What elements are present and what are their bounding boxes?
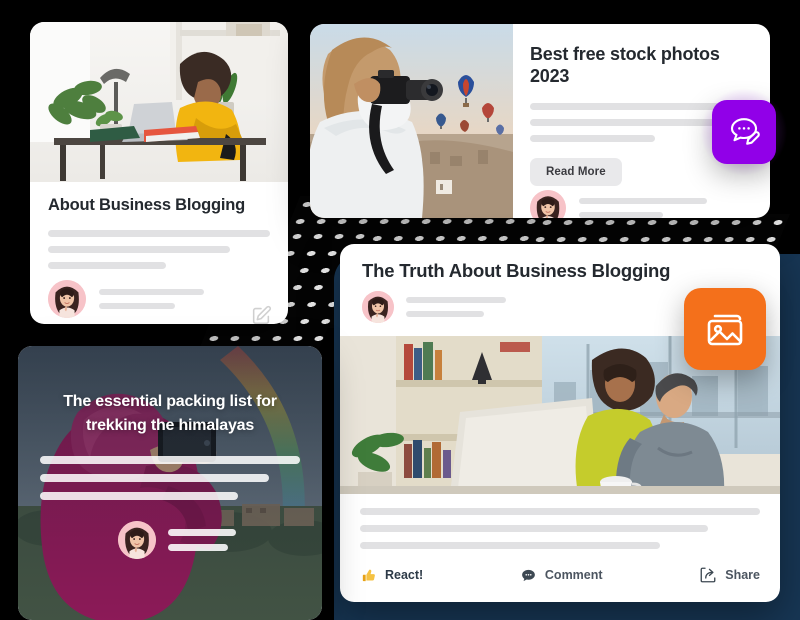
share-button[interactable]: Share xyxy=(699,566,760,584)
image-gallery-icon xyxy=(702,306,748,352)
skeleton-line xyxy=(48,261,166,269)
card-title: The essential packing list for trekking … xyxy=(63,393,277,434)
author-row xyxy=(118,521,236,559)
share-arrow-icon xyxy=(699,566,717,584)
author-skeleton-lines xyxy=(579,198,707,218)
skeleton-line xyxy=(168,544,228,551)
skeleton-line xyxy=(99,303,175,309)
author-row xyxy=(48,280,204,318)
skeleton-line xyxy=(530,135,655,143)
skeleton-text-lines xyxy=(360,508,760,549)
react-button[interactable]: React! xyxy=(360,567,423,584)
skeleton-line xyxy=(40,456,300,464)
react-label: React! xyxy=(385,568,424,582)
skeleton-line xyxy=(40,474,269,482)
skeleton-line xyxy=(48,245,231,253)
skeleton-line xyxy=(360,542,660,549)
card-title: About Business Blogging xyxy=(48,196,246,214)
card-body: About Business Blogging xyxy=(48,196,270,269)
skeleton-text-lines xyxy=(40,456,300,500)
chat-bubble-edit-icon xyxy=(726,114,762,150)
skeleton-line xyxy=(360,525,708,532)
card-essential-packing-list[interactable]: The essential packing list for trekking … xyxy=(18,346,322,620)
skeleton-line xyxy=(530,119,723,127)
skeleton-text-lines xyxy=(48,229,270,269)
skeleton-line xyxy=(48,229,270,237)
share-label: Share xyxy=(725,568,760,582)
skeleton-line xyxy=(579,198,707,204)
skeleton-line xyxy=(360,508,760,515)
avatar xyxy=(48,280,86,318)
skeleton-line xyxy=(406,297,506,304)
card-title: The Truth About Business Blogging xyxy=(362,260,671,281)
edit-pencil-square-icon[interactable] xyxy=(250,304,272,324)
comment-button[interactable]: Comment xyxy=(520,567,603,584)
card-action-bar: React! Comment Share xyxy=(360,566,760,584)
skeleton-line xyxy=(99,289,204,295)
author-skeleton-lines xyxy=(168,529,236,551)
avatar xyxy=(118,521,156,559)
skeleton-line xyxy=(168,529,236,536)
author-row xyxy=(530,190,707,218)
skeleton-line xyxy=(579,212,664,218)
author-skeleton-lines xyxy=(406,297,506,318)
author-skeleton-lines xyxy=(99,289,204,309)
comment-bubble-icon xyxy=(520,567,537,584)
comment-label: Comment xyxy=(544,568,603,582)
image-badge[interactable] xyxy=(684,288,766,370)
card-image-woman-laptop xyxy=(30,22,288,182)
chat-badge[interactable] xyxy=(712,100,776,164)
thumbs-up-icon xyxy=(360,567,377,584)
card-about-business-blogging[interactable]: About Business Blogging xyxy=(30,22,288,324)
avatar xyxy=(362,291,394,324)
read-more-button[interactable]: Read More xyxy=(530,158,622,187)
composition-stage: About Business Blogging Best free stock … xyxy=(0,0,800,620)
skeleton-line xyxy=(406,311,484,318)
card-title: Best free stock photos 2023 xyxy=(530,44,720,86)
skeleton-line xyxy=(40,492,238,500)
card-image-photographer xyxy=(310,24,513,218)
avatar xyxy=(530,190,566,218)
